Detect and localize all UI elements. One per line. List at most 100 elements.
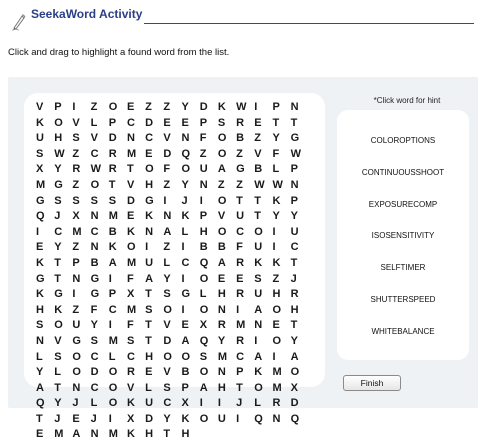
grid-letter[interactable]: Y <box>54 396 72 412</box>
grid-letter[interactable]: K <box>182 412 200 428</box>
grid-letter[interactable]: Z <box>236 147 254 163</box>
grid-letter[interactable]: L <box>54 365 72 381</box>
grid-letter[interactable]: Q <box>36 209 54 225</box>
grid-letter[interactable]: S <box>54 350 72 366</box>
grid-letter[interactable]: K <box>36 116 54 132</box>
grid-letter[interactable]: L <box>91 116 109 132</box>
grid-letter[interactable]: O <box>163 350 181 366</box>
grid-letter[interactable]: U <box>72 318 90 334</box>
grid-letter[interactable]: Y <box>291 334 309 350</box>
grid-letter[interactable]: S <box>91 194 109 210</box>
grid-letter[interactable]: N <box>218 365 236 381</box>
grid-letter[interactable]: C <box>291 240 309 256</box>
grid-letter[interactable]: P <box>200 209 218 225</box>
grid-letter[interactable]: Q <box>254 412 272 428</box>
grid-letter[interactable]: D <box>163 147 181 163</box>
grid-letter[interactable]: C <box>91 147 109 163</box>
grid-letter[interactable]: V <box>163 365 181 381</box>
grid-letter[interactable]: I <box>109 318 127 334</box>
grid-letter[interactable]: E <box>218 272 236 288</box>
grid-letter[interactable]: W <box>91 162 109 178</box>
grid-letter[interactable]: M <box>36 178 54 194</box>
grid-letter[interactable]: A <box>72 427 90 443</box>
grid-letter[interactable]: K <box>254 256 272 272</box>
grid-letter[interactable]: S <box>163 381 181 397</box>
grid-letter[interactable]: J <box>54 412 72 428</box>
grid-letter[interactable]: W <box>254 178 272 194</box>
grid-letter[interactable]: Y <box>291 209 309 225</box>
grid-letter[interactable]: T <box>291 256 309 272</box>
grid-letter[interactable]: K <box>127 225 145 241</box>
grid-letter[interactable]: N <box>145 225 163 241</box>
grid-letter[interactable]: I <box>254 334 272 350</box>
grid-letter[interactable]: U <box>254 287 272 303</box>
grid-letter[interactable]: C <box>127 116 145 132</box>
grid-letter[interactable]: Z <box>200 147 218 163</box>
letter-grid[interactable]: VPIZOEZZYDKWIPNKOVLPCDEEPSRETTUHSVDNCVNF… <box>36 100 309 443</box>
grid-letter[interactable]: I <box>218 396 236 412</box>
grid-letter[interactable]: X <box>36 162 54 178</box>
grid-letter[interactable]: G <box>36 194 54 210</box>
grid-letter[interactable]: S <box>72 131 90 147</box>
grid-letter[interactable]: E <box>72 412 90 428</box>
grid-letter[interactable]: S <box>36 147 54 163</box>
grid-letter[interactable]: D <box>163 334 181 350</box>
grid-letter[interactable]: C <box>109 303 127 319</box>
grid-letter[interactable]: V <box>127 178 145 194</box>
grid-letter[interactable]: P <box>200 116 218 132</box>
grid-letter[interactable]: J <box>54 209 72 225</box>
grid-letter[interactable]: J <box>72 396 90 412</box>
grid-letter[interactable]: U <box>36 131 54 147</box>
grid-letter[interactable]: N <box>91 427 109 443</box>
grid-letter[interactable]: O <box>218 147 236 163</box>
grid-letter[interactable]: X <box>291 381 309 397</box>
grid-letter[interactable]: P <box>54 100 72 116</box>
grid-letter[interactable]: Z <box>254 131 272 147</box>
grid-letter[interactable]: Y <box>91 318 109 334</box>
grid-letter[interactable]: W <box>272 178 290 194</box>
grid-letter[interactable]: I <box>163 194 181 210</box>
grid-letter[interactable]: L <box>163 256 181 272</box>
word-list-item[interactable]: ISOSENSITIVITY <box>337 229 469 261</box>
grid-letter[interactable]: E <box>36 240 54 256</box>
grid-letter[interactable]: I <box>272 240 290 256</box>
grid-letter[interactable]: J <box>236 396 254 412</box>
grid-letter[interactable]: M <box>236 318 254 334</box>
grid-letter[interactable]: Z <box>163 178 181 194</box>
grid-letter[interactable]: C <box>127 350 145 366</box>
grid-letter[interactable]: O <box>72 365 90 381</box>
grid-letter[interactable]: K <box>254 365 272 381</box>
grid-letter[interactable]: O <box>200 365 218 381</box>
grid-letter[interactable]: M <box>109 334 127 350</box>
grid-letter[interactable]: T <box>145 334 163 350</box>
grid-letter[interactable]: D <box>145 116 163 132</box>
grid-letter[interactable]: Z <box>72 147 90 163</box>
grid-letter[interactable]: E <box>182 116 200 132</box>
grid-letter[interactable]: M <box>109 427 127 443</box>
word-list-item[interactable]: CONTINUOUSSHOOT <box>337 166 469 198</box>
grid-letter[interactable]: N <box>72 272 90 288</box>
grid-letter[interactable]: Y <box>272 131 290 147</box>
grid-letter[interactable]: V <box>72 116 90 132</box>
grid-letter[interactable]: L <box>182 225 200 241</box>
grid-letter[interactable]: Z <box>72 178 90 194</box>
grid-letter[interactable]: S <box>91 334 109 350</box>
grid-letter[interactable]: M <box>272 381 290 397</box>
grid-letter[interactable]: U <box>218 412 236 428</box>
grid-letter[interactable]: R <box>127 365 145 381</box>
grid-letter[interactable]: K <box>36 287 54 303</box>
grid-letter[interactable]: A <box>218 162 236 178</box>
grid-letter[interactable]: N <box>163 209 181 225</box>
grid-letter[interactable]: K <box>54 303 72 319</box>
grid-letter[interactable]: P <box>109 116 127 132</box>
grid-letter[interactable]: O <box>218 194 236 210</box>
grid-letter[interactable]: N <box>272 412 290 428</box>
grid-letter[interactable]: L <box>109 350 127 366</box>
grid-letter[interactable]: I <box>182 240 200 256</box>
grid-letter[interactable]: M <box>272 365 290 381</box>
grid-letter[interactable]: A <box>109 256 127 272</box>
grid-letter[interactable]: G <box>291 131 309 147</box>
grid-letter[interactable]: A <box>182 334 200 350</box>
grid-letter[interactable]: N <box>36 334 54 350</box>
grid-letter[interactable]: U <box>291 225 309 241</box>
